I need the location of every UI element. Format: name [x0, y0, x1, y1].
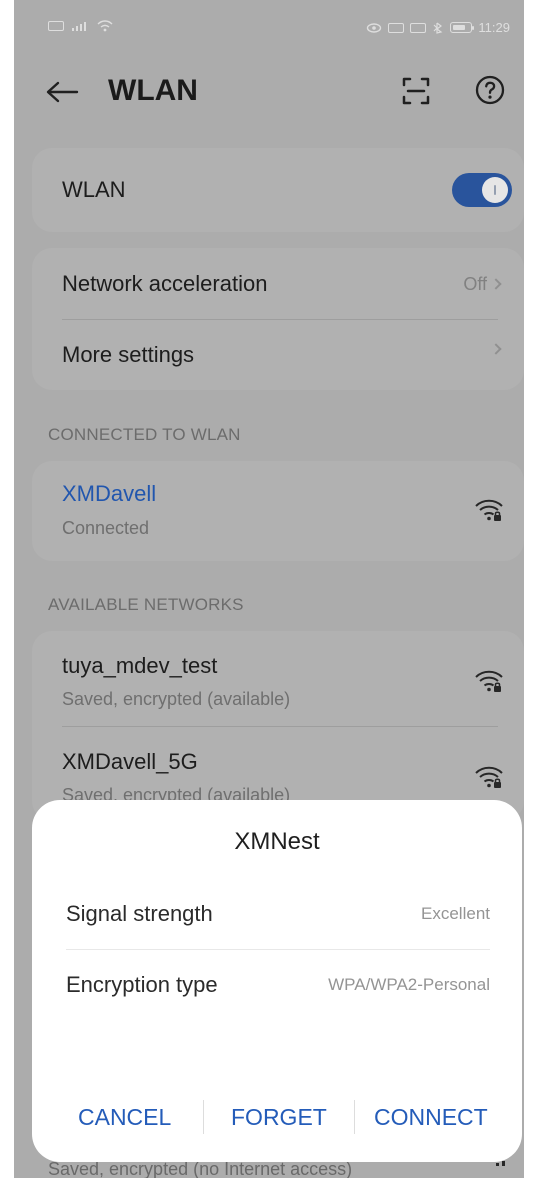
action-separator — [203, 1100, 204, 1134]
dialog-divider — [66, 949, 490, 950]
forget-button[interactable]: FORGET — [231, 1104, 327, 1130]
encryption-type-label: Encryption type — [66, 972, 218, 997]
dialog-actions: CANCEL FORGET CONNECT — [52, 1096, 502, 1138]
signal-strength-label: Signal strength — [66, 901, 213, 926]
signal-strength-value: Excellent — [421, 904, 490, 923]
network-details-dialog: XMNest Signal strength Excellent Encrypt… — [32, 800, 522, 1162]
action-separator — [354, 1100, 355, 1134]
connect-button[interactable]: CONNECT — [374, 1104, 488, 1130]
dialog-title: XMNest — [234, 828, 320, 855]
cancel-button[interactable]: CANCEL — [78, 1104, 171, 1130]
encryption-type-value: WPA/WPA2-Personal — [328, 975, 490, 994]
